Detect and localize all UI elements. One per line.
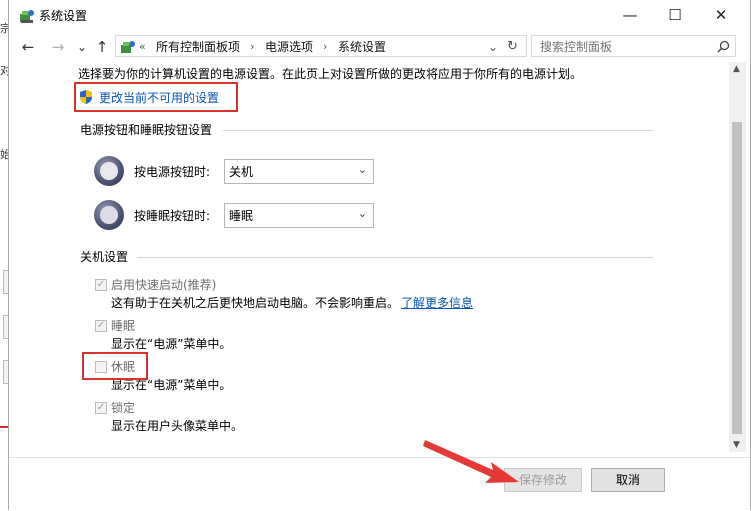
address-dropdown-icon[interactable]: ⌄: [488, 39, 498, 55]
fast-startup-label: 启用快速启动(推荐): [111, 278, 217, 292]
annotation-arrow-icon: [423, 440, 519, 483]
background-annotation-line: [0, 426, 8, 428]
highlight-box-change-settings: [74, 82, 238, 112]
background-text-fragment: 始: [0, 148, 8, 161]
sleep-label: 睡眠: [111, 319, 136, 333]
sleep-button-icon: [94, 200, 124, 230]
minimize-button[interactable]: —: [607, 0, 653, 30]
scroll-down-icon[interactable]: ▼: [733, 440, 740, 450]
breadcrumb-separator-icon: ›: [323, 40, 328, 53]
sleep-description: 显示在“电源”菜单中。: [111, 337, 232, 351]
overflow-chevron-icon[interactable]: «: [139, 39, 146, 55]
footer-bar: 保存修改 取消: [9, 457, 750, 511]
forward-icon[interactable]: →: [49, 37, 67, 57]
back-icon[interactable]: ←: [19, 37, 37, 57]
power-button-icon: [94, 156, 124, 186]
intro-text: 选择要为你的计算机设置的电源设置。在此页上对设置所做的更改将应用于你所有的电源计…: [78, 67, 583, 81]
window-title: 系统设置: [39, 9, 88, 23]
address-bar[interactable]: « 所有控制面板项 › 电源选项 › 系统设置 ⌄ ↻: [115, 35, 527, 57]
vertical-scrollbar[interactable]: ▲ ▼: [729, 62, 746, 452]
refresh-icon[interactable]: ↻: [507, 39, 518, 55]
shutdown-section-title: 关机设置: [80, 250, 129, 264]
search-input[interactable]: [538, 38, 712, 56]
title-bar: 系统设置 — ☐ ✕: [9, 0, 750, 32]
breadcrumb-all-control-panel-items[interactable]: 所有控制面板项: [156, 39, 240, 55]
settings-content: 选择要为你的计算机设置的电源设置。在此页上对设置所做的更改将应用于你所有的电源计…: [71, 62, 731, 457]
background-text-fragment: 宗: [0, 22, 8, 35]
sleep-button-action-value: 睡眠: [229, 209, 254, 223]
section-divider: [223, 130, 653, 131]
control-panel-icon: [121, 41, 135, 53]
power-button-label: 按电源按钮时:: [134, 165, 211, 179]
recent-locations-icon[interactable]: ⌄: [73, 37, 91, 57]
scroll-up-icon[interactable]: ▲: [733, 64, 740, 74]
cancel-button[interactable]: 取消: [591, 468, 665, 492]
breadcrumb-separator-icon: ›: [250, 40, 255, 53]
sleep-checkbox[interactable]: ✓: [95, 320, 107, 332]
chevron-down-icon: ⌄: [357, 207, 367, 220]
highlight-box-hibernate: [82, 352, 148, 380]
scrollbar-thumb[interactable]: [732, 122, 742, 434]
lock-label: 锁定: [111, 401, 136, 415]
close-button[interactable]: ✕: [698, 0, 744, 30]
section-divider: [137, 257, 653, 258]
lock-checkbox[interactable]: ✓: [95, 402, 107, 414]
breadcrumb-system-settings[interactable]: 系统设置: [338, 39, 386, 55]
up-icon[interactable]: ↑: [93, 37, 111, 57]
power-button-action-select[interactable]: 关机 ⌄: [224, 159, 374, 184]
system-settings-window: 系统设置 — ☐ ✕ ← → ⌄ ↑ « 所有控制面板项 › 电源选项 › 系统…: [8, 0, 751, 511]
lock-description: 显示在用户头像菜单中。: [111, 419, 244, 433]
power-buttons-section-title: 电源按钮和睡眠按钮设置: [80, 123, 213, 137]
fast-startup-description: 这有助于在关机之后更快地启动电脑。不会影响重启。: [111, 296, 400, 310]
search-icon[interactable]: [717, 40, 730, 53]
breadcrumb-power-options[interactable]: 电源选项: [265, 39, 313, 55]
search-box[interactable]: [531, 35, 736, 57]
power-button-action-value: 关机: [229, 165, 254, 179]
chevron-down-icon: ⌄: [357, 163, 367, 176]
power-options-icon: [20, 10, 34, 23]
navigation-bar: ← → ⌄ ↑ « 所有控制面板项 › 电源选项 › 系统设置 ⌄ ↻: [9, 33, 750, 61]
sleep-button-action-select[interactable]: 睡眠 ⌄: [224, 203, 374, 228]
background-text-fragment: 对: [0, 64, 8, 77]
fast-startup-checkbox[interactable]: ✓: [95, 279, 107, 291]
sleep-button-label: 按睡眠按钮时:: [134, 209, 211, 223]
learn-more-link[interactable]: 了解更多信息: [401, 295, 473, 311]
maximize-button[interactable]: ☐: [652, 0, 698, 30]
